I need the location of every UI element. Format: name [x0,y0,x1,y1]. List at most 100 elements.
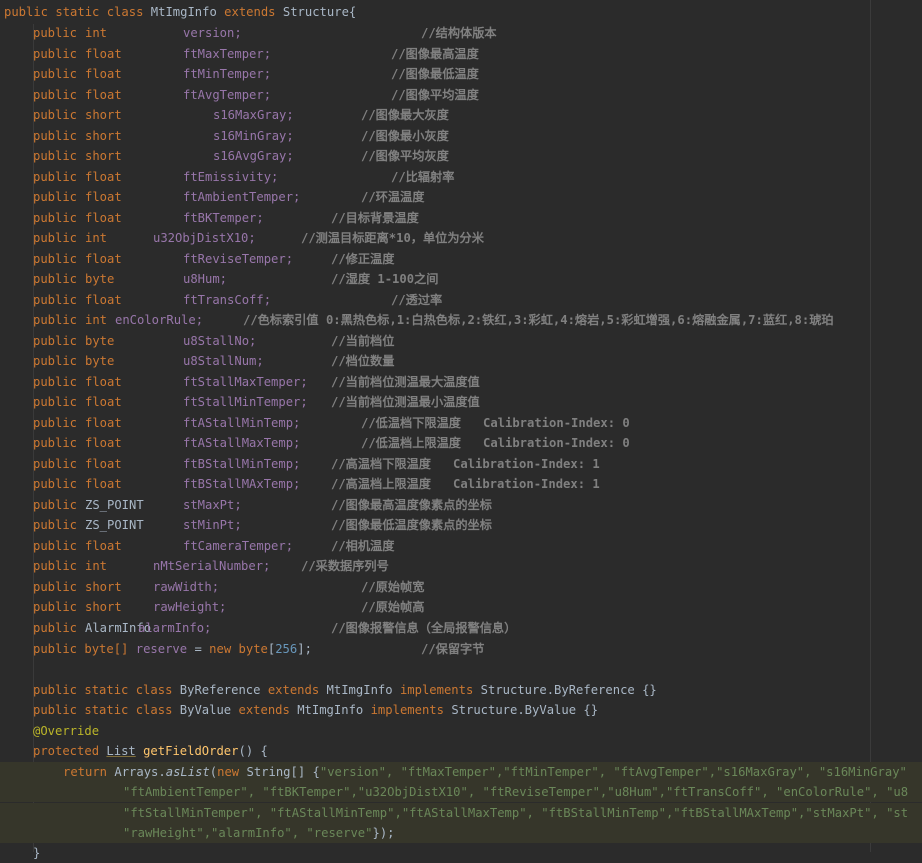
field-comment: //高温档上限温度 Calibration-Index: 1 [331,477,600,491]
field-modifier: public [33,231,78,245]
string-list-line-2[interactable]: "ftAmbientTemper", "ftBKTemper","u32ObjD… [0,782,922,802]
field-line[interactable]: public int enColorRule; //色标索引值 0:黑热色标,1:白热… [33,310,922,330]
field-line[interactable]: public float ftAvgTemper; //图像平均温度 [33,85,922,105]
field-type: float [85,251,122,266]
field-line[interactable]: public short s16MaxGray; //图像最大灰度 [33,105,922,125]
field-comment: //原始帧高 [361,600,425,614]
field-type: int [85,559,108,573]
field-modifier: public [33,579,78,594]
field-line[interactable]: public short rawWidth; //原始帧宽 [33,577,922,597]
field-comment: //修正温度 [331,251,395,266]
override-annotation-line[interactable]: @Override [33,721,922,741]
field-comment: //图像平均温度 [391,87,479,102]
field-name: u32ObjDistX10; [153,231,256,245]
field-modifier: public [33,251,78,266]
field-line[interactable]: public float ftCameraTemper; //相机温度 [33,536,922,556]
field-modifier: public [33,128,78,143]
field-line[interactable]: public float ftTransCoff; //透过率 [33,290,922,310]
field-type: byte [85,272,115,286]
field-line[interactable]: public float ftMinTemper; //图像最低温度 [33,64,922,84]
field-modifier: public [33,26,78,40]
byreference-class-line[interactable]: public static class ByReference extends … [33,680,922,700]
field-type: float [85,169,122,184]
field-line[interactable]: public byte u8Hum; //湿度 1-100之间 [33,269,922,289]
field-line[interactable]: public int nMtSerialNumber; //采数据序列号 [33,556,922,576]
field-name: ftAmbientTemper; [183,190,301,204]
field-line[interactable]: public short s16MinGray; //图像最小灰度 [33,126,922,146]
field-type: float [85,477,122,491]
field-line[interactable]: public float ftStallMinTemper; //当前档位测温最小温度… [33,392,922,412]
field-line[interactable]: public short rawHeight; //原始帧高 [33,597,922,617]
field-comment: //相机温度 [331,538,395,553]
field-comment: //图像最低温度 [391,67,479,81]
method-declaration-line[interactable]: protected List getFieldOrder() { [33,741,922,761]
field-comment: //当前档位测温最大温度值 [331,374,480,389]
field-line[interactable]: public float ftAmbientTemper; //环温温度 [33,187,922,207]
field-name: u8StallNo; [183,333,257,348]
field-name: enColorRule; [115,313,204,327]
field-line[interactable]: public float ftStallMaxTemper; //当前档位测温最大温度… [33,372,922,392]
field-line[interactable]: public byte u8StallNo; //当前档位 [33,331,922,351]
field-line[interactable]: public float ftBStallMAxTemp; //高温档上限温度 Cal… [33,474,922,494]
field-line[interactable]: public float ftEmissivity; //比辐射率 [33,167,922,187]
code-editor[interactable]: public static class MtImgInfo extends St… [0,0,922,860]
field-line[interactable]: public float ftAStallMaxTemp; //低温档上限温度 Cal… [33,433,922,453]
field-type: float [85,538,122,553]
field-name: s16MaxGray; [213,108,294,122]
class-declaration-line[interactable]: public static class MtImgInfo extends St… [4,2,922,22]
field-name: ftReviseTemper; [183,251,294,266]
field-modifier: public [33,538,78,553]
return-statement-line[interactable]: return Arrays.asList(new String[] {"vers… [0,762,922,782]
field-type: float [85,456,122,471]
field-comment: //图像最低温度像素点的坐标 [331,518,492,532]
field-name: stMaxPt; [183,497,242,512]
field-name: ftStallMinTemper; [183,395,308,409]
field-modifier: public [33,333,78,348]
field-comment: //采数据序列号 [301,559,389,573]
field-line[interactable]: public float ftAStallMinTemp; //低温档下限温度 Cal… [33,413,922,433]
field-line[interactable]: public byte u8StallNum; //档位数量 [33,351,922,371]
field-comment: //透过率 [391,292,443,307]
field-modifier: public [33,46,78,61]
field-name: alarmInfo; [138,620,212,635]
field-modifier: public [33,600,78,614]
field-comment: //图像报警信息（全局报警信息） [331,620,517,635]
field-type: short [85,600,122,614]
field-name: ftMaxTemper; [183,46,272,61]
field-type: short [85,149,122,163]
field-type: short [85,579,122,594]
method-close-brace-line[interactable]: } [33,843,922,863]
string-list-line-3[interactable]: "ftStallMinTemper", "ftAStallMinTemp","f… [0,803,922,823]
field-line[interactable]: public ZS_POINT stMaxPt; //图像最高温度像素点的坐标 [33,495,922,515]
field-comment: //原始帧宽 [361,579,425,594]
field-modifier: public [33,436,78,450]
field-comment: //目标背景温度 [331,210,419,225]
field-type: int [85,26,108,40]
field-comment: //档位数量 [331,354,395,368]
field-comment: //环温温度 [361,190,425,204]
field-comment: //色标索引值 0:黑热色标,1:白热色标,2:铁红,3:彩虹,4:熔岩,5:彩… [243,313,834,327]
reserve-field-line[interactable]: public byte[] reserve = new byte[256];//… [33,639,922,659]
field-line[interactable]: public int u32ObjDistX10; //测温目标距离*10，单位为分米 [33,228,922,248]
field-line[interactable]: public float ftBKTemper; //目标背景温度 [33,208,922,228]
field-line[interactable]: public AlarmInfo alarmInfo;//图像报警信息（全局报警信息… [33,618,922,638]
field-type: byte [85,333,115,348]
field-line[interactable]: public float ftBStallMinTemp; //高温档下限温度 Cal… [33,454,922,474]
byvalue-class-line[interactable]: public static class ByValue extends MtIm… [33,700,922,720]
field-line[interactable]: public short s16AvgGray; //图像平均灰度 [33,146,922,166]
field-line[interactable]: public ZS_POINT stMinPt; //图像最低温度像素点的坐标 [33,515,922,535]
field-comment: //低温档下限温度 Calibration-Index: 0 [361,415,630,430]
string-list-line-4[interactable]: "rawHeight","alarmInfo", "reserve"}); [0,823,922,843]
field-type: float [85,46,122,61]
field-line[interactable]: public float ftReviseTemper; //修正温度 [33,249,922,269]
field-modifier: public [33,169,78,184]
field-modifier: public [33,292,78,307]
field-name: ftCameraTemper; [183,538,294,553]
field-name: ftAvgTemper; [183,87,272,102]
field-line[interactable]: public float ftMaxTemper; //图像最高温度 [33,44,922,64]
field-name: version; [183,26,242,40]
field-modifier: public [33,620,78,635]
field-line[interactable]: public int version; //结构体版本 [33,23,922,43]
field-type: short [85,108,122,122]
field-comment: //测温目标距离*10，单位为分米 [301,231,484,245]
